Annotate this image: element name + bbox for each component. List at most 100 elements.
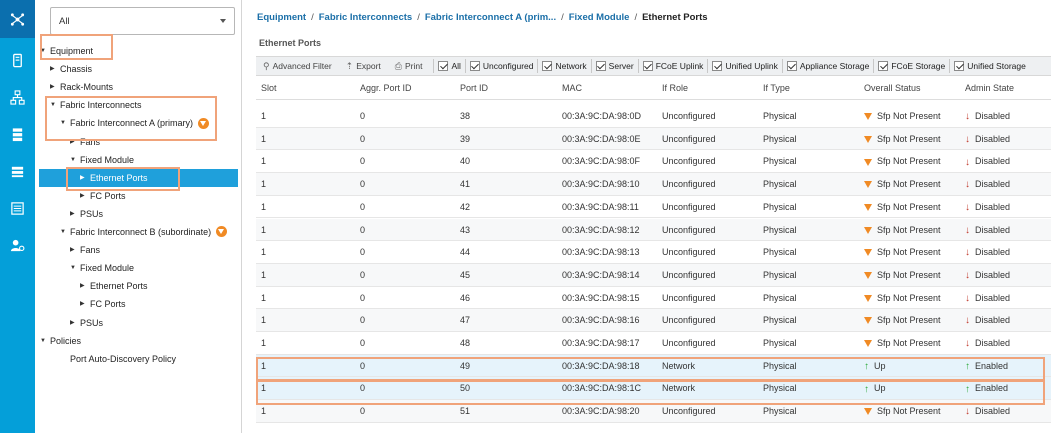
rail-lan-button[interactable]	[0, 83, 35, 112]
caret-down-icon[interactable]: ▼	[60, 223, 70, 241]
table-row[interactable]: 1 0 45 00:3A:9C:DA:98:14 Unconfigured Physica…	[256, 263, 1051, 287]
tree-item[interactable]: ▶ Chassis	[50, 60, 92, 78]
tree-item[interactable]: ▶ Rack-Mounts	[50, 78, 113, 96]
filter-checkbox[interactable]: All	[438, 61, 461, 71]
checkbox-checked-icon[interactable]	[438, 61, 449, 71]
tree-item[interactable]: ▼ Fixed Module	[70, 259, 134, 277]
nav-filter-select[interactable]: All	[50, 7, 235, 35]
filter-checkbox[interactable]: FCoE Storage	[878, 61, 945, 71]
column-header[interactable]: Port ID	[460, 83, 488, 93]
warning-icon	[864, 113, 872, 121]
cell-port: 51	[460, 406, 471, 417]
cell-status: Sfp Not Present	[864, 134, 941, 144]
caret-down-icon[interactable]: ▼	[70, 151, 80, 169]
tree-item[interactable]: ▶ Ethernet Ports	[80, 277, 148, 295]
tree-item[interactable]: ▶ Fans	[70, 241, 100, 259]
table-row[interactable]: 1 0 41 00:3A:9C:DA:98:10 Unconfigured Physica…	[256, 173, 1051, 196]
print-button[interactable]: ⎙ Print	[388, 61, 430, 72]
checkbox-checked-icon[interactable]	[642, 61, 653, 71]
disabled-arrow-icon: ↓	[965, 201, 970, 213]
warning-icon	[864, 135, 872, 143]
table-row[interactable]: 1 0 42 00:3A:9C:DA:98:11 Unconfigured Physica…	[256, 196, 1051, 219]
checkbox-checked-icon[interactable]	[878, 61, 889, 71]
breadcrumb-fabric-interconnect-a[interactable]: Fabric Interconnect A (prim...	[425, 12, 556, 23]
table-row[interactable]: 1 0 46 00:3A:9C:DA:98:15 Unconfigured Physica…	[256, 287, 1051, 310]
breadcrumb-fabric-interconnects[interactable]: Fabric Interconnects	[319, 12, 412, 23]
caret-right-icon[interactable]: ▶	[70, 314, 80, 332]
filter-checkbox[interactable]: Unified Storage	[954, 61, 1026, 71]
table-row[interactable]: 1 0 50 00:3A:9C:DA:98:1C Network Physical ↑ Up ↑…	[256, 377, 1051, 401]
caret-right-icon[interactable]: ▶	[50, 60, 60, 78]
caret-right-icon[interactable]: ▶	[80, 277, 90, 295]
column-header[interactable]: Slot	[261, 83, 277, 93]
table-row[interactable]: 1 0 40 00:3A:9C:DA:98:0F Unconfigured Physica…	[256, 150, 1051, 174]
caret-right-icon[interactable]: ▶	[80, 295, 90, 313]
tree-item[interactable]: Port Auto-Discovery Policy	[60, 350, 176, 368]
table-row[interactable]: 1 0 43 00:3A:9C:DA:98:12 Unconfigured Physica…	[256, 218, 1051, 242]
table-row[interactable]: 1 0 49 00:3A:9C:DA:98:18 Network Physical ↑ Up ↑…	[256, 354, 1051, 378]
table-row[interactable]: 1 0 47 00:3A:9C:DA:98:16 Unconfigured Physica…	[256, 309, 1051, 332]
filter-checkbox[interactable]: Unconfigured	[469, 61, 533, 71]
checkbox-checked-icon[interactable]	[786, 61, 797, 71]
caret-right-icon[interactable]: ▶	[50, 78, 60, 96]
tree-item[interactable]: ▶ PSUs	[70, 314, 103, 332]
breadcrumb-fixed-module[interactable]: Fixed Module	[569, 12, 630, 23]
tree-item[interactable]: ▼ Policies	[40, 332, 81, 350]
cell-admin-state: ↑ Enabled	[965, 383, 1008, 394]
checkbox-checked-icon[interactable]	[712, 61, 723, 71]
column-header[interactable]: If Type	[763, 83, 790, 93]
disabled-arrow-icon: ↓	[965, 292, 970, 304]
breadcrumb-equipment[interactable]: Equipment	[257, 12, 306, 23]
tree-item[interactable]: ▼ Fixed Module	[70, 151, 134, 169]
caret-down-icon[interactable]: ▼	[40, 332, 50, 350]
column-header[interactable]: If Role	[662, 83, 688, 93]
table-row[interactable]: 1 0 44 00:3A:9C:DA:98:13 Unconfigured Physica…	[256, 241, 1051, 264]
warning-icon	[864, 317, 872, 325]
filter-checkbox[interactable]: Server	[595, 61, 634, 71]
rail-vm-button[interactable]	[0, 157, 35, 186]
cell-mac: 00:3A:9C:DA:98:12	[562, 224, 640, 235]
admin-state-text: Enabled	[975, 383, 1009, 394]
caret-right-icon[interactable]: ▶	[70, 241, 80, 259]
advanced-filter-button[interactable]: ⚲ Advanced Filter	[256, 61, 339, 72]
table-row[interactable]: 1 0 38 00:3A:9C:DA:98:0D Unconfigured Physica…	[256, 105, 1051, 128]
tree-item[interactable]: ▶ FC Ports	[80, 295, 126, 313]
filter-label: FCoE Uplink	[655, 61, 704, 71]
export-button[interactable]: ⇡ Export	[339, 61, 388, 72]
rail-equipment-button[interactable]	[0, 46, 35, 75]
filter-checkbox[interactable]: Unified Uplink	[712, 61, 778, 71]
checkbox-checked-icon[interactable]	[542, 61, 553, 71]
cell-port: 44	[460, 247, 471, 258]
table-row[interactable]: 1 0 51 00:3A:9C:DA:98:20 Unconfigured Physica…	[256, 400, 1051, 423]
cell-status: Sfp Not Present	[864, 225, 941, 235]
column-header[interactable]: Aggr. Port ID	[360, 83, 412, 93]
caret-down-icon[interactable]: ▼	[70, 259, 80, 277]
tree-item-label: FC Ports	[90, 299, 126, 310]
cell-type: Physical	[763, 383, 797, 394]
cell-role: Unconfigured	[662, 315, 716, 326]
rail-admin-button[interactable]	[0, 231, 35, 260]
checkbox-checked-icon[interactable]	[469, 61, 480, 71]
column-header[interactable]: Admin State	[965, 83, 1014, 93]
filter-checkbox[interactable]: Appliance Storage	[786, 61, 869, 71]
cell-aggr: 0	[360, 315, 366, 326]
table-row[interactable]: 1 0 48 00:3A:9C:DA:98:17 Unconfigured Physica…	[256, 332, 1051, 355]
cell-admin-state: ↓ Disabled	[965, 338, 1010, 349]
filter-checkbox[interactable]: Network	[542, 61, 587, 71]
cell-mac: 00:3A:9C:DA:98:0E	[562, 133, 641, 144]
status-text: Sfp Not Present	[877, 201, 941, 212]
rail-chassis-button[interactable]	[0, 194, 35, 223]
checkbox-checked-icon[interactable]	[595, 61, 606, 71]
column-header[interactable]: MAC	[562, 83, 582, 93]
rail-san-button[interactable]	[0, 120, 35, 149]
column-header[interactable]: Overall Status	[864, 83, 921, 93]
caret-right-icon[interactable]: ▶	[70, 205, 80, 223]
tree-item[interactable]: ▶ PSUs	[70, 205, 103, 223]
checkbox-checked-icon[interactable]	[954, 61, 965, 71]
tree-item[interactable]: ▼ Fabric Interconnect B (subordinate)	[60, 223, 228, 241]
table-row[interactable]: 1 0 39 00:3A:9C:DA:98:0E Unconfigured Physica…	[256, 127, 1051, 151]
rail-network-button[interactable]	[0, 0, 35, 38]
filter-label: Network	[555, 61, 587, 71]
cell-role: Unconfigured	[662, 224, 716, 235]
filter-checkbox[interactable]: FCoE Uplink	[642, 61, 704, 71]
